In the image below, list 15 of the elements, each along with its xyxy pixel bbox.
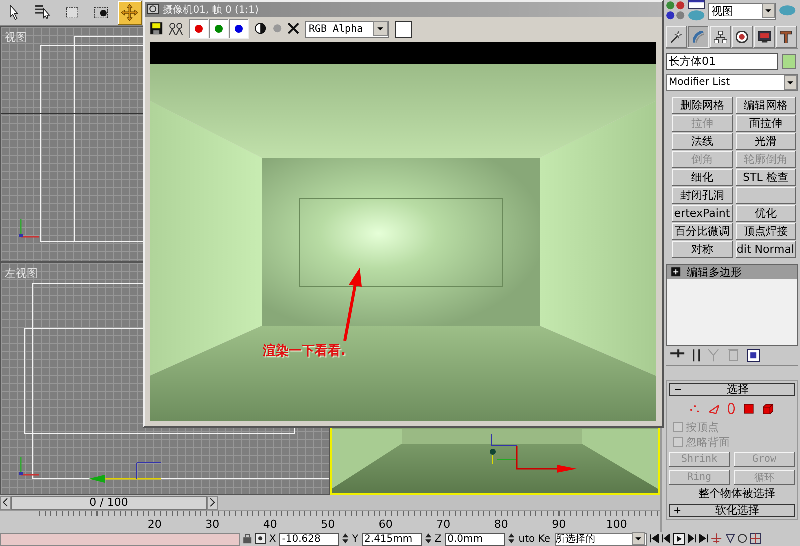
axis-label: Y <box>352 534 359 544</box>
frame-number: 30 <box>204 518 221 532</box>
frame-number: 80 <box>493 518 510 532</box>
axis-label: Z <box>434 534 442 544</box>
frame-number: 20 <box>146 518 163 532</box>
axis-label: X <box>269 534 276 544</box>
selection-info-text: 整个物体被选择 <box>698 486 776 502</box>
frame-number: 60 <box>378 518 394 532</box>
frame-number: 90 <box>551 518 568 532</box>
frame-number: 40 <box>262 518 278 532</box>
frame-number: 50 <box>320 518 336 532</box>
window-title: 摄像机01, 帧 0 (1:1) <box>163 4 259 16</box>
annotation-text: 渲染一下看看. <box>263 342 346 360</box>
frame-number: 70 <box>436 518 452 532</box>
frame-number: 100 <box>605 518 628 532</box>
